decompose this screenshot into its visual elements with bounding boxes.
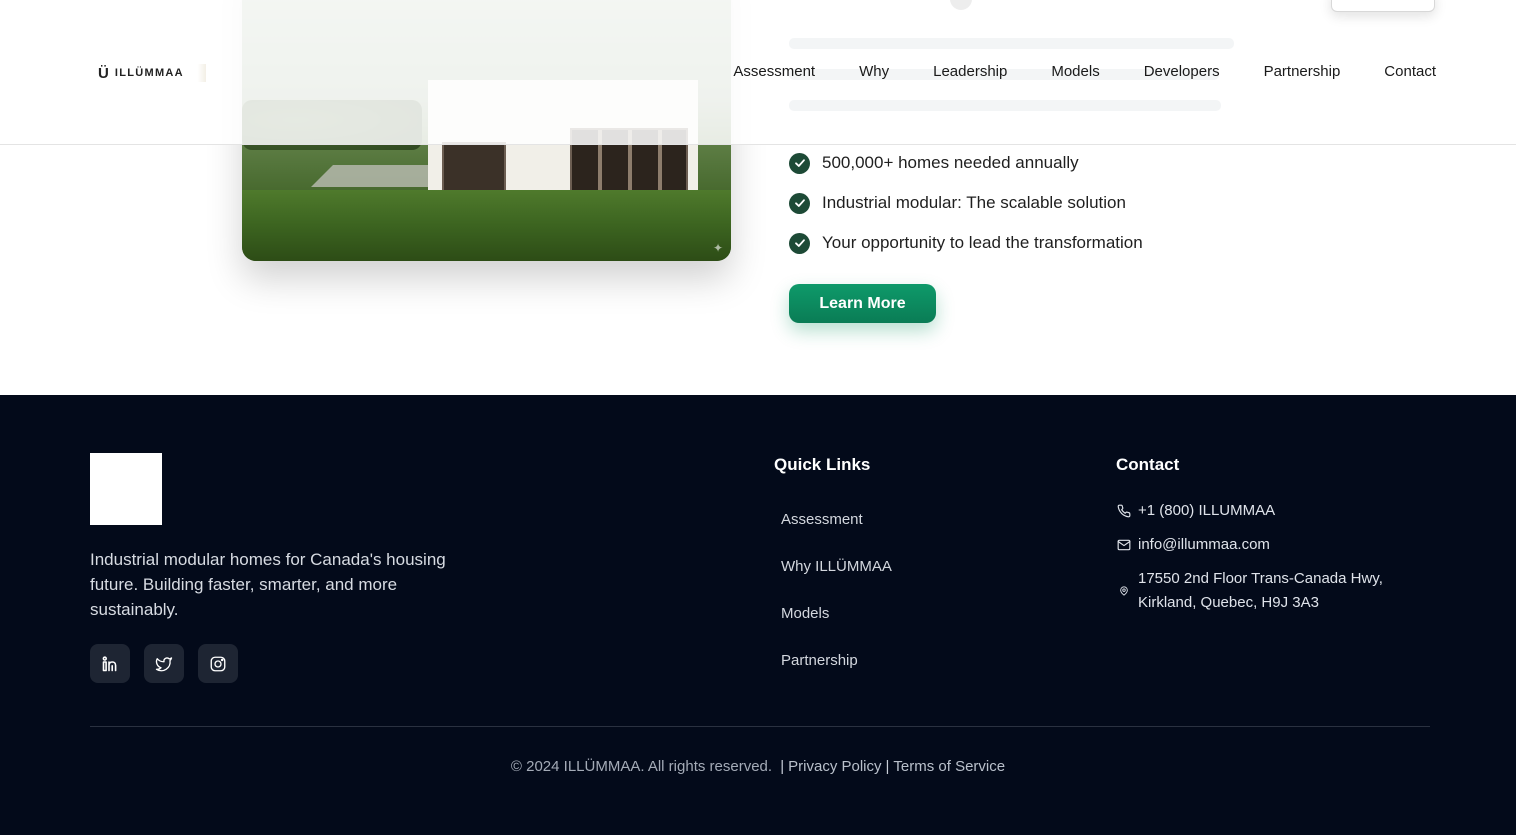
nav-assessment[interactable]: Assessment: [733, 62, 815, 82]
quick-link-partnership[interactable]: Partnership: [781, 651, 892, 698]
bullet-text: Industrial modular: The scalable solutio…: [822, 193, 1126, 212]
terms-of-service-link[interactable]: Terms of Service: [893, 758, 1005, 775]
quick-links-title: Quick Links: [774, 455, 871, 474]
phone-text: +1 (800) ILLUMMAA: [1138, 502, 1276, 519]
logo-wordmark: ILLÜMMAA: [114, 67, 184, 79]
lawn: [242, 190, 731, 261]
nav-why[interactable]: Why: [859, 62, 889, 82]
privacy-policy-link[interactable]: Privacy Policy: [788, 758, 881, 775]
house-door: [442, 142, 506, 194]
faded-paragraph: [789, 38, 1239, 131]
address-line-2: Kirkland, Quebec, H9J 3A3: [1138, 594, 1319, 611]
main-nav: Assessment Why Leadership Models Develop…: [689, 62, 1436, 82]
bullet-text: Your opportunity to lead the transformat…: [822, 233, 1143, 252]
nav-leadership[interactable]: Leadership: [933, 62, 1007, 82]
learn-more-button[interactable]: Learn More: [789, 284, 936, 323]
footer-tagline: Industrial modular homes for Canada's ho…: [90, 550, 446, 619]
benefit-list: 500,000+ homes needed annually Industria…: [789, 152, 1143, 272]
quick-link-models[interactable]: Models: [781, 604, 892, 651]
address-line-1: 17550 2nd Floor Trans-Canada Hwy,: [1138, 570, 1383, 587]
logo-mark: Ü: [98, 64, 109, 82]
mail-icon: [1116, 533, 1132, 557]
footer-divider: [90, 726, 1430, 727]
linkedin-icon[interactable]: [90, 644, 130, 683]
site-header: Ü ILLÜMMAA Assessment Why Leadership Mod…: [0, 0, 1516, 145]
email-text: info@illummaa.com: [1138, 536, 1270, 553]
nav-contact[interactable]: Contact: [1384, 62, 1436, 82]
quick-link-why[interactable]: Why ILLÜMMAA: [781, 557, 892, 604]
quick-link-assessment[interactable]: Assessment: [781, 510, 892, 557]
contact-address: 17550 2nd Floor Trans-Canada Hwy, Kirkla…: [1116, 567, 1383, 615]
sparkle-icon: ✦: [712, 241, 723, 255]
twitter-icon[interactable]: [144, 644, 184, 683]
separator: |: [885, 758, 890, 775]
check-icon: [789, 192, 810, 214]
copyright-text: © 2024 ILLÜMMAA. All rights reserved.: [510, 758, 773, 775]
list-item: Your opportunity to lead the transformat…: [789, 232, 1143, 254]
phone-icon: [1116, 499, 1132, 523]
brand-logo[interactable]: Ü ILLÜMMAA: [98, 64, 206, 82]
check-icon: [789, 152, 810, 174]
social-links: [90, 644, 252, 683]
list-item: 500,000+ homes needed annually: [789, 152, 1143, 174]
copyright-bar: © 2024 ILLÜMMAA. All rights reserved. | P…: [0, 758, 1516, 775]
nav-models[interactable]: Models: [1051, 62, 1099, 82]
faded-button: [1331, 0, 1435, 12]
check-icon: [789, 232, 810, 254]
footer-logo: [90, 453, 162, 525]
nav-developers[interactable]: Developers: [1144, 62, 1220, 82]
nav-partnership[interactable]: Partnership: [1264, 62, 1341, 82]
list-item: Industrial modular: The scalable solutio…: [789, 192, 1143, 214]
instagram-icon[interactable]: [198, 644, 238, 683]
quick-links-list: Assessment Why ILLÜMMAA Models Partnersh…: [781, 510, 892, 698]
contact-phone[interactable]: +1 (800) ILLUMMAA: [1116, 499, 1275, 523]
separator: |: [780, 758, 785, 775]
map-pin-icon: [1116, 567, 1132, 615]
contact-title: Contact: [1116, 455, 1180, 474]
bullet-text: 500,000+ homes needed annually: [822, 153, 1079, 172]
contact-email[interactable]: info@illummaa.com: [1116, 533, 1270, 557]
site-footer: Industrial modular homes for Canada's ho…: [0, 395, 1516, 835]
faded-dot: [950, 0, 972, 10]
